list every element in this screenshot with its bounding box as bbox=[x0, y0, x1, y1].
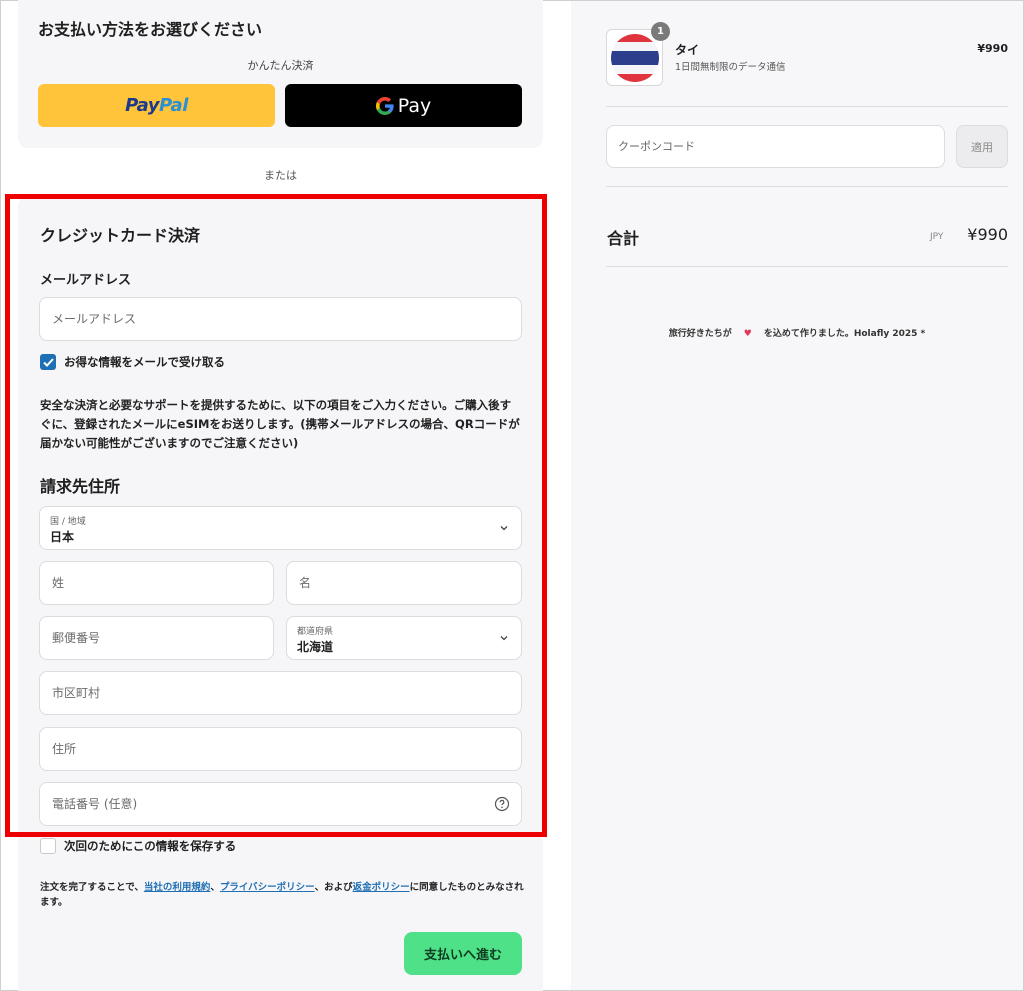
save-info-checkbox[interactable] bbox=[40, 838, 56, 854]
prefecture-value: 北海道 bbox=[297, 640, 334, 654]
first-name-field[interactable] bbox=[286, 561, 522, 605]
terms-sep1: 、 bbox=[210, 882, 220, 893]
total-label: 合計 bbox=[607, 229, 640, 248]
express-checkout-label: かんたん決済 bbox=[247, 59, 314, 72]
email-input[interactable] bbox=[40, 298, 521, 340]
phone-input[interactable] bbox=[40, 783, 521, 825]
first-name-input[interactable] bbox=[287, 562, 521, 604]
coupon-field[interactable] bbox=[606, 125, 945, 168]
google-g-icon bbox=[375, 96, 394, 115]
privacy-policy-link[interactable]: プライバシーポリシー bbox=[220, 882, 315, 893]
summary-divider bbox=[606, 186, 1008, 187]
city-input[interactable] bbox=[40, 672, 521, 714]
chevron-down-icon bbox=[500, 636, 508, 641]
checkmark-icon bbox=[42, 357, 54, 367]
last-name-field[interactable] bbox=[39, 561, 274, 605]
terms-of-use-link[interactable]: 当社の利用規約 bbox=[144, 882, 211, 893]
paypal-logo-part2: Pal bbox=[159, 95, 188, 116]
item-count-badge: 1 bbox=[651, 22, 670, 41]
prefecture-label: 都道府県 bbox=[297, 627, 334, 637]
postal-code-field[interactable] bbox=[39, 616, 274, 660]
terms-sep2: 、および bbox=[314, 882, 353, 893]
google-pay-button[interactable]: Pay bbox=[285, 84, 522, 127]
coupon-input[interactable] bbox=[607, 126, 944, 167]
footer-credit: 旅行好きたちが ♥ を込めて作りました。Holafly 2025 * bbox=[571, 326, 1023, 339]
country-value: 日本 bbox=[50, 530, 75, 544]
credit-card-title: クレジットカード決済 bbox=[40, 226, 201, 245]
country-select[interactable]: 国 / 地域 日本 bbox=[39, 506, 522, 550]
express-payment-card: お支払い方法をお選びください かんたん決済 Pay Pal Pay bbox=[18, 0, 543, 148]
email-heading: メールアドレス bbox=[40, 273, 132, 288]
help-circle-icon[interactable] bbox=[494, 796, 510, 812]
product-name: タイ bbox=[675, 43, 700, 57]
newsletter-checkbox[interactable] bbox=[40, 354, 56, 370]
proceed-to-payment-button[interactable]: 支払いへ進む bbox=[404, 932, 522, 975]
total-currency: JPY bbox=[930, 232, 944, 242]
terms-text: 注文を完了することで、当社の利用規約、プライバシーポリシー、および返金ポリシーに… bbox=[40, 880, 525, 910]
heart-icon: ♥ bbox=[743, 329, 752, 339]
refund-policy-link[interactable]: 返金ポリシー bbox=[353, 882, 410, 893]
apply-coupon-button[interactable]: 適用 bbox=[956, 125, 1008, 168]
email-field[interactable] bbox=[39, 297, 522, 341]
chevron-down-icon bbox=[500, 526, 508, 531]
city-field[interactable] bbox=[39, 671, 522, 715]
last-name-input[interactable] bbox=[40, 562, 273, 604]
google-pay-label: Pay bbox=[397, 94, 432, 117]
prefecture-select[interactable]: 都道府県 北海道 bbox=[286, 616, 522, 660]
or-divider-label: または bbox=[264, 169, 297, 182]
billing-address-title: 請求先住所 bbox=[40, 477, 121, 496]
footer-left-text: 旅行好きたちが bbox=[668, 329, 732, 339]
summary-divider bbox=[606, 266, 1008, 267]
product-price: ¥990 bbox=[977, 42, 1008, 55]
paypal-button[interactable]: Pay Pal bbox=[38, 84, 275, 127]
postal-code-input[interactable] bbox=[40, 617, 273, 659]
footer-right-text: を込めて作りました。Holafly 2025 * bbox=[763, 329, 926, 339]
address-field[interactable] bbox=[39, 727, 522, 771]
thailand-flag-icon bbox=[610, 33, 659, 82]
info-notice: 安全な決済と必要なサポートを提供するために、以下の項目をご入力ください。ご購入後… bbox=[40, 398, 520, 450]
country-label: 国 / 地域 bbox=[50, 517, 86, 527]
payment-method-title: お支払い方法をお選びください bbox=[38, 20, 263, 39]
phone-field[interactable] bbox=[39, 782, 522, 826]
save-info-label: 次回のためにこの情報を保存する bbox=[64, 839, 237, 853]
product-description: 1日間無制限のデータ通信 bbox=[675, 62, 786, 73]
address-input[interactable] bbox=[40, 728, 521, 770]
paypal-logo-part1: Pay bbox=[125, 95, 159, 116]
total-value: ¥990 bbox=[967, 225, 1008, 244]
summary-divider bbox=[606, 106, 1008, 107]
terms-prefix: 注文を完了することで、 bbox=[40, 882, 144, 893]
newsletter-label: お得な情報をメールで受け取る bbox=[64, 355, 225, 369]
